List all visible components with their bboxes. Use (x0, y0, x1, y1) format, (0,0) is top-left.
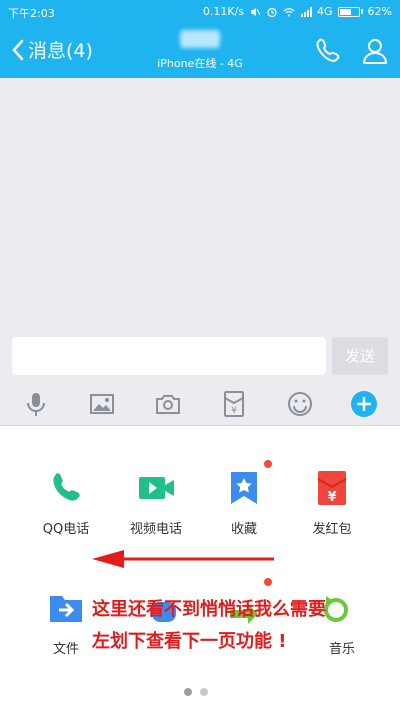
chat-messages-area[interactable] (0, 78, 400, 332)
favorites-item[interactable]: 收藏 (204, 460, 284, 537)
favorites-badge (264, 460, 272, 468)
mute-icon (251, 7, 261, 16)
send-button[interactable]: 发送 (332, 337, 388, 375)
folder-icon (50, 596, 82, 622)
video-call-label: 视频电话 (129, 522, 182, 537)
phone-icon (53, 473, 80, 501)
favorites-label: 收藏 (230, 522, 257, 537)
alarm-icon (267, 7, 277, 17)
battery-percent: 62% (367, 5, 392, 18)
camera-icon (156, 395, 180, 414)
video-icon (139, 477, 174, 499)
input-row: 发送 (0, 332, 400, 380)
status-time: 下午2:03 (8, 7, 55, 20)
input-toolbar: ¥ (0, 380, 400, 426)
svg-text:¥: ¥ (231, 406, 237, 416)
pager-dots (184, 688, 208, 696)
online-status: iPhone在线 - 4G (157, 57, 243, 70)
network-type: 4G (317, 5, 333, 18)
svg-text:¥: ¥ (327, 490, 336, 505)
status-indicators: 0.11K/s 4G 62% (203, 5, 392, 18)
emoji-button[interactable] (286, 390, 314, 418)
image-icon (90, 394, 114, 414)
red-packet-icon: ¥ (224, 391, 244, 417)
profile-button[interactable] (360, 36, 390, 66)
pager-dot (200, 688, 208, 696)
chat-header: 消息(4) iPhone在线 - 4G (0, 24, 400, 78)
phone-call-button[interactable] (312, 36, 342, 66)
emoji-icon (288, 392, 312, 416)
camera-button[interactable] (154, 390, 182, 418)
favorite-icon (231, 472, 257, 504)
red-envelope-label: 发红包 (312, 522, 352, 537)
battery-icon (337, 6, 363, 17)
more-button[interactable] (350, 390, 378, 418)
microphone-icon (27, 393, 45, 416)
annotation-text: 这里还看不到悄悄话我么需要 左划下查看下一页功能 ! (92, 594, 326, 658)
chat-title: iPhone在线 - 4G (120, 30, 280, 71)
image-button[interactable] (88, 390, 116, 418)
back-label: 消息(4) (28, 40, 93, 62)
back-button[interactable]: 消息(4) (10, 36, 93, 63)
network-speed: 0.11K/s (202, 5, 245, 18)
annotation-line-1: 这里还看不到悄悄话我么需要 (92, 599, 326, 620)
status-bar: 下午2:03 0.11K/s 4G 62% (0, 0, 400, 24)
plus-icon (351, 391, 377, 417)
qq-call-item[interactable]: QQ电话 (26, 468, 106, 537)
red-envelope-item[interactable]: ¥ 发红包 (292, 468, 372, 537)
signal-icon (301, 6, 313, 17)
video-call-item[interactable]: 视频电话 (116, 468, 196, 537)
annotation-line-2: 左划下查看下一页功能 ! (92, 631, 287, 652)
red-packet-button[interactable]: ¥ (220, 390, 248, 418)
swipe-left-arrow (92, 550, 274, 568)
feature-badge (264, 578, 272, 586)
wifi-icon (283, 7, 295, 16)
red-envelope-icon: ¥ (317, 471, 347, 505)
voice-button[interactable] (22, 390, 50, 418)
qq-call-label: QQ电话 (42, 522, 90, 537)
pager-dot (184, 688, 192, 696)
message-input[interactable] (12, 337, 326, 375)
chevron-left-icon (12, 39, 24, 60)
contact-name-blurred (180, 30, 220, 48)
